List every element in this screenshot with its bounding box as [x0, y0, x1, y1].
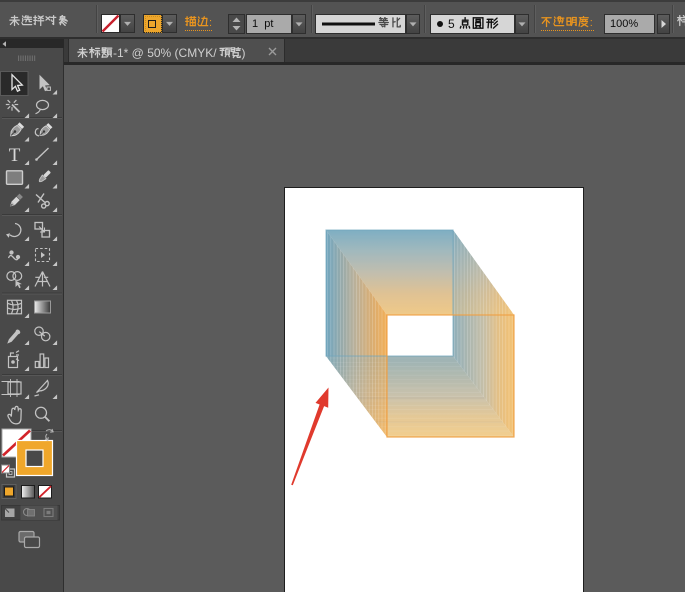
svg-text:T: T: [9, 145, 21, 166]
